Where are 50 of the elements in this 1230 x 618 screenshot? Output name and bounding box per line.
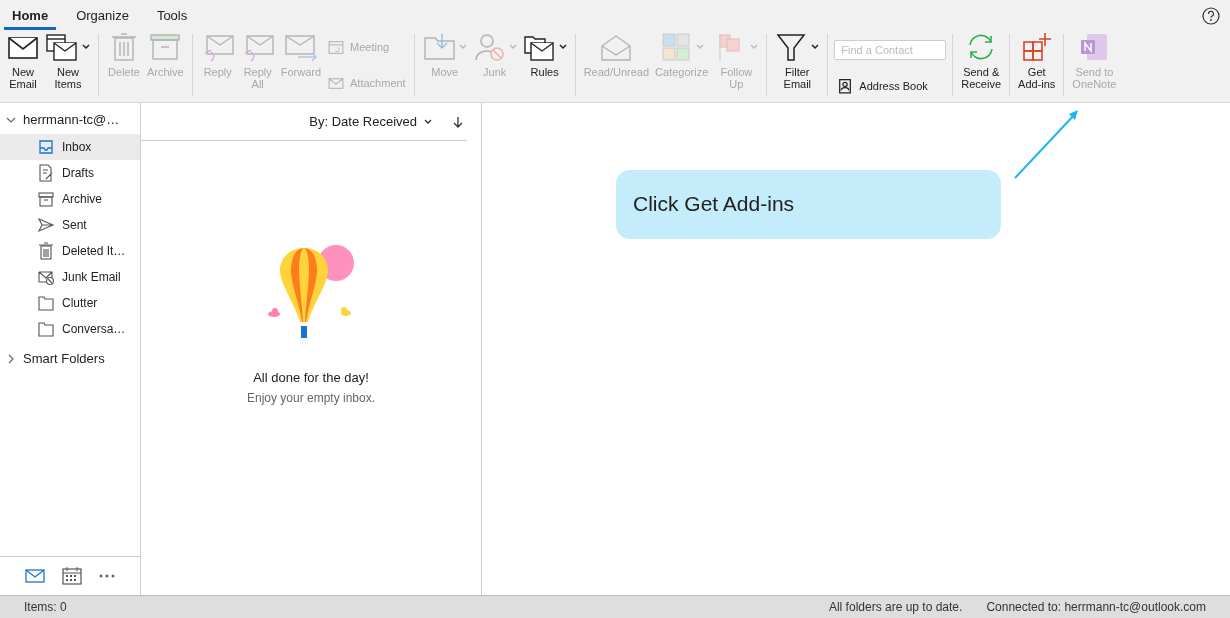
folder-item[interactable]: Deleted It… <box>0 238 140 264</box>
sort-dropdown[interactable]: By: Date Received <box>303 113 439 130</box>
empty-title: All done for the day! <box>253 370 369 385</box>
folder-icon <box>37 294 55 312</box>
more-icon[interactable] <box>99 574 116 578</box>
mail-icon[interactable] <box>24 569 45 583</box>
calendar-envelope-icon <box>46 32 80 62</box>
trash-icon <box>37 242 55 260</box>
ribbon-tab[interactable]: Home <box>4 2 57 30</box>
addins-button[interactable]: Get Add-ins <box>1016 32 1058 90</box>
calendar-icon <box>327 38 346 56</box>
junk-icon <box>37 268 55 286</box>
caret-icon <box>423 117 433 126</box>
sync-button[interactable]: Send & Receive <box>959 32 1004 90</box>
folder-item[interactable]: Sent <box>0 212 140 238</box>
ribbon-tab[interactable]: Tools <box>148 2 196 30</box>
account-item[interactable]: herrmann-tc@… <box>0 103 140 134</box>
folder-item[interactable]: Inbox <box>0 134 140 160</box>
smart-folders-item[interactable]: Smart Folders <box>0 342 140 373</box>
folder-item[interactable]: Conversa… <box>0 316 140 342</box>
contact-search-field[interactable]: Find a Contact <box>834 39 947 60</box>
archive-box-icon <box>148 32 183 62</box>
folder-item[interactable]: Archive <box>0 186 140 212</box>
calendar-icon[interactable] <box>62 567 82 585</box>
connection-status: Connected to: herrmann-tc@outlook.com <box>986 600 1206 614</box>
filter-button[interactable]: Filter Email <box>773 32 822 90</box>
sync-status: All folders are up to date. <box>828 600 963 614</box>
folder-item[interactable]: Junk Email <box>0 264 140 290</box>
callout-bubble: Click Get Add-ins <box>616 170 1001 239</box>
sent-icon <box>37 216 55 234</box>
folder-arrow-icon <box>422 32 457 62</box>
person-blocked-icon <box>472 32 507 62</box>
folder-icon <box>37 320 55 338</box>
empty-subtitle: Enjoy your empty inbox. <box>246 391 376 405</box>
drafts-icon <box>37 164 55 182</box>
folder-item[interactable]: Drafts <box>0 160 140 186</box>
archive-icon <box>37 190 55 208</box>
folder-item[interactable]: Clutter <box>0 290 140 316</box>
sort-direction-icon[interactable] <box>453 115 463 128</box>
ribbon-tab[interactable]: Organize <box>68 2 137 30</box>
contacts-button[interactable]: Address Book <box>834 76 947 95</box>
chevron-icon[interactable] <box>6 353 16 364</box>
inbox-icon <box>37 138 55 156</box>
help-icon[interactable] <box>1202 7 1220 25</box>
rules-button[interactable]: Rules <box>520 32 569 78</box>
mail-button[interactable]: New Email <box>4 32 42 90</box>
newitems-button[interactable]: New Items <box>44 32 92 90</box>
forward-icon <box>283 32 318 62</box>
item-count: Items: 0 <box>24 600 67 614</box>
open-envelope-icon <box>599 32 634 62</box>
